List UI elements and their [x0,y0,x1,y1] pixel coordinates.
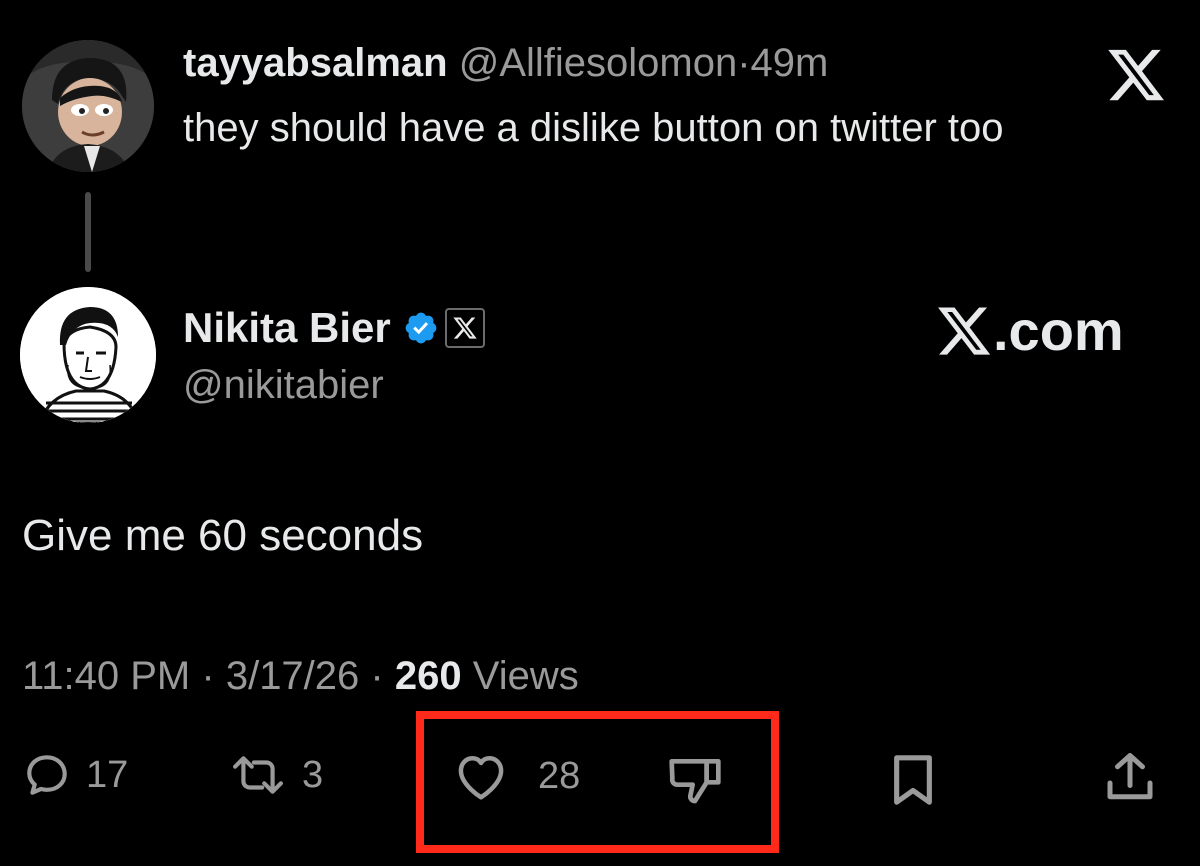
reply-author-avatar[interactable] [22,40,154,172]
main-author-name-row: Nikita Bier [183,300,485,356]
header-separator: · [737,41,751,85]
reply-timestamp[interactable]: 49m [751,41,829,85]
views-label: Views [472,654,579,698]
main-author-avatar[interactable] [20,287,156,423]
highlight-annotation-box [416,711,779,853]
retweet-icon [233,756,283,794]
reply-tweet-header: tayyabsalman @Allfiesolomon·49m [183,38,828,88]
reply-author-name[interactable]: tayyabsalman [183,41,448,85]
reply-tweet-text: they should have a dislike button on twi… [183,106,1004,150]
bookmark-button[interactable] [886,752,940,808]
share-button[interactable] [1100,748,1160,808]
tweet-time[interactable]: 11:40 PM [22,654,190,698]
bookmark-icon [894,755,932,805]
main-author-name[interactable]: Nikita Bier [183,304,391,352]
x-logo-icon [938,306,991,355]
x-com-watermark: .com [935,298,1124,363]
reply-author-handle[interactable]: @Allfiesolomon [459,41,738,85]
reply-icon [27,755,67,795]
reply-count: 17 [86,753,129,796]
main-tweet-text: Give me 60 seconds [22,511,424,560]
main-author-handle[interactable]: @nikitabier [183,360,384,410]
watermark-text: .com [993,299,1124,362]
views-count: 260 [394,654,462,698]
x-logo-icon [1105,44,1167,106]
retweet-count: 3 [302,753,324,796]
verified-badge-icon [403,310,439,346]
tweet-date[interactable]: 3/17/26 [226,654,359,698]
x-affiliate-badge-icon [444,308,485,348]
retweet-button[interactable]: 3 [228,750,323,800]
thread-connector-line [85,192,91,272]
meta-separator: · [201,654,215,698]
tweet-meta-row: 11:40 PM · 3/17/26 · 260 Views [22,650,579,702]
reply-button[interactable]: 17 [22,750,128,800]
meta-separator: · [370,654,384,698]
share-icon [1107,753,1153,800]
